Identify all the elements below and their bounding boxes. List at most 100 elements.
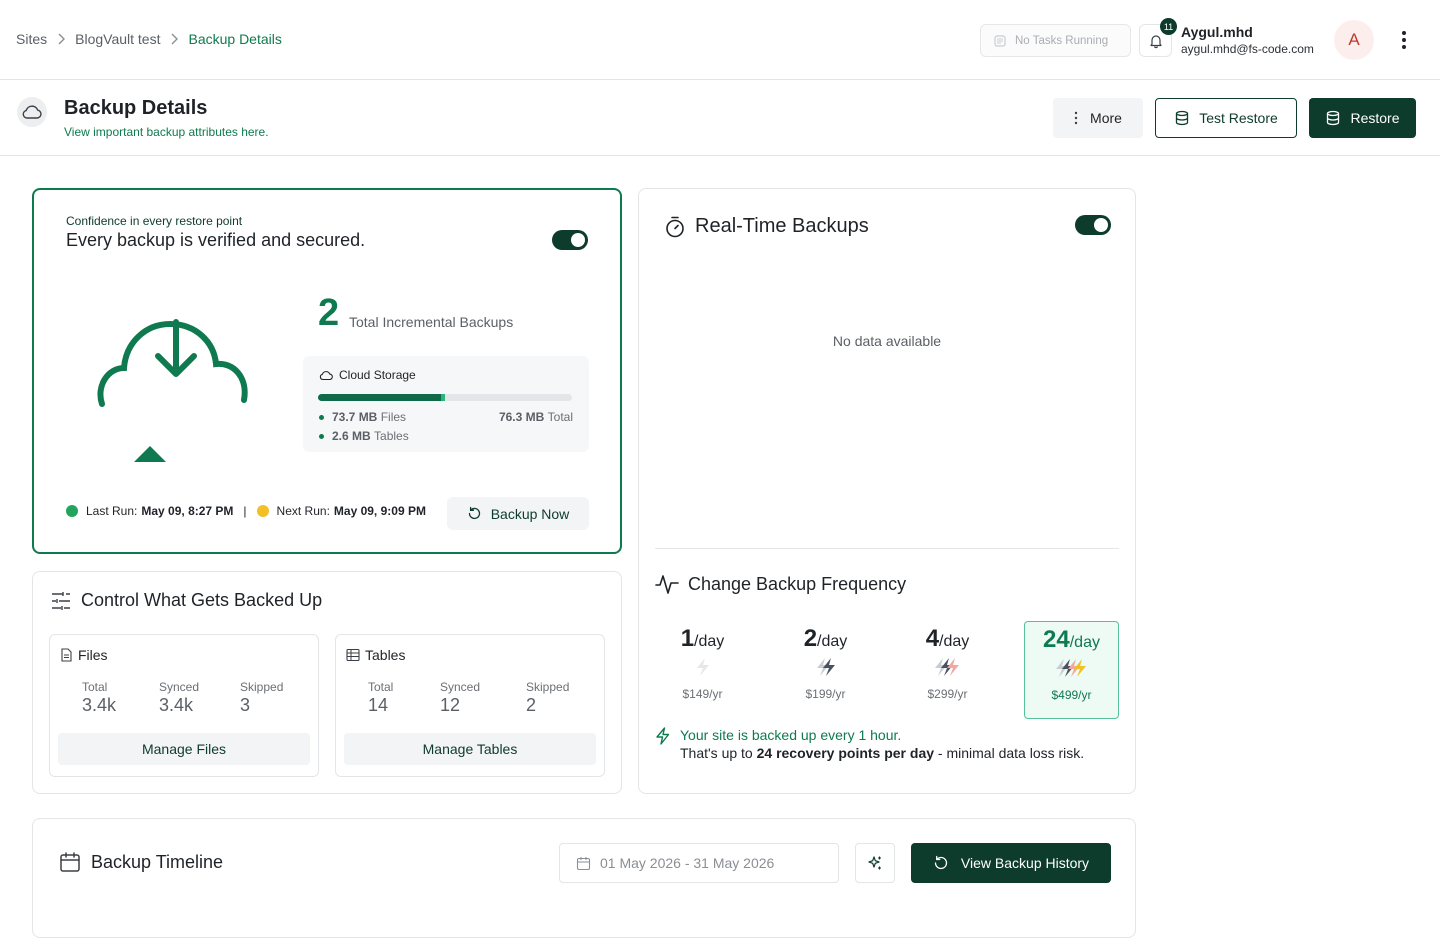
date-range-value: 01 May 2026 - 31 May 2026 bbox=[600, 855, 775, 871]
calendar-icon bbox=[59, 851, 81, 873]
frequency-value: 2/day bbox=[803, 625, 848, 652]
restore-label: Restore bbox=[1350, 110, 1400, 126]
real-time-toggle[interactable] bbox=[1075, 215, 1111, 235]
page-subtitle: View important backup attributes here. bbox=[64, 125, 269, 139]
timeline-title: Backup Timeline bbox=[59, 851, 223, 873]
next-run-label: Next Run: bbox=[276, 504, 330, 518]
total-size: 76.3 MB bbox=[498, 410, 545, 424]
next-run-value: May 09, 9:09 PM bbox=[333, 504, 426, 518]
frequency-value: 1/day bbox=[680, 625, 725, 652]
frequency-title: Change Backup Frequency bbox=[655, 573, 906, 595]
storage-usage-bar bbox=[318, 394, 572, 401]
legend-dot bbox=[319, 433, 324, 439]
frequency-option-1[interactable]: 1/day $149/yr bbox=[655, 621, 750, 719]
storage-files-row: 73.7 MB Files bbox=[319, 410, 406, 424]
legend-dot bbox=[319, 414, 324, 420]
manage-tables-button[interactable]: Manage Tables bbox=[344, 733, 596, 765]
date-range-picker[interactable]: 01 May 2026 - 31 May 2026 bbox=[559, 843, 839, 883]
lightning-icon bbox=[900, 657, 995, 681]
breadcrumb-sites[interactable]: Sites bbox=[16, 31, 47, 47]
tasks-status[interactable]: No Tasks Running bbox=[980, 24, 1131, 57]
activity-icon bbox=[655, 573, 679, 595]
ai-insights-button[interactable] bbox=[855, 843, 895, 883]
test-restore-label: Test Restore bbox=[1199, 110, 1278, 126]
files-synced: Synced 3.4k bbox=[159, 680, 200, 715]
database-icon bbox=[1174, 110, 1190, 126]
frequency-note-headline: Your site is backed up every 1 hour. bbox=[680, 727, 902, 743]
storage-files-fill bbox=[318, 394, 441, 401]
frequency-price: $299/yr bbox=[927, 687, 968, 701]
divider: | bbox=[243, 504, 247, 518]
verification-toggle[interactable] bbox=[552, 230, 588, 250]
breadcrumb-site[interactable]: BlogVault test bbox=[75, 31, 160, 47]
frequency-option-24[interactable]: 24/day $499/yr bbox=[1024, 621, 1119, 719]
user-name: Aygul.mhd bbox=[1181, 24, 1253, 40]
verified-kicker: Confidence in every restore point bbox=[66, 214, 243, 228]
breadcrumb: Sites BlogVault test Backup Details bbox=[16, 31, 282, 47]
control-title: Control What Gets Backed Up bbox=[51, 590, 322, 611]
frequency-value: 24/day bbox=[1043, 626, 1100, 653]
lightning-icon bbox=[778, 657, 873, 681]
backup-timeline-card: Backup Timeline 01 May 2026 - 31 May 202… bbox=[32, 818, 1136, 938]
storage-tables-fill bbox=[440, 394, 445, 401]
storage-tables-row: 2.6 MB Tables bbox=[319, 429, 409, 443]
chevron-right-icon bbox=[57, 33, 66, 45]
sparkle-icon bbox=[867, 855, 883, 871]
backup-now-label: Backup Now bbox=[490, 505, 570, 522]
real-time-backups-card: Real-Time Backups No data available Chan… bbox=[638, 188, 1136, 794]
database-icon bbox=[1325, 110, 1341, 126]
frequency-price: $199/yr bbox=[805, 687, 846, 701]
tables-size-label: Tables bbox=[374, 429, 409, 443]
files-size-label: Files bbox=[380, 410, 407, 424]
sliders-icon bbox=[51, 591, 71, 611]
history-icon bbox=[933, 855, 949, 871]
test-restore-button[interactable]: Test Restore bbox=[1155, 98, 1297, 138]
tables-skipped: Skipped 2 bbox=[526, 680, 570, 715]
restore-button[interactable]: Restore bbox=[1309, 98, 1416, 138]
files-skipped: Skipped 3 bbox=[240, 680, 284, 715]
incremental-label: Total Incremental Backups bbox=[349, 314, 514, 330]
stopwatch-icon bbox=[665, 216, 685, 238]
calendar-icon bbox=[576, 856, 591, 871]
manage-files-button[interactable]: Manage Files bbox=[58, 733, 310, 765]
storage-total: 76.3 MB Total bbox=[499, 410, 573, 424]
lightning-icon bbox=[655, 657, 750, 681]
tables-total: Total 14 bbox=[368, 680, 394, 715]
frequency-value: 4/day bbox=[925, 625, 970, 652]
bell-icon bbox=[1148, 33, 1164, 49]
frequency-option-2[interactable]: 2/day $199/yr bbox=[778, 621, 873, 719]
verified-backups-card: Confidence in every restore point Every … bbox=[32, 188, 622, 554]
page-title: Backup Details bbox=[64, 97, 208, 119]
backup-now-button[interactable]: Backup Now bbox=[447, 497, 589, 530]
tables-size: 2.6 MB bbox=[332, 429, 371, 443]
page-header: Backup Details View important backup att… bbox=[0, 80, 1440, 156]
avatar[interactable]: A bbox=[1334, 20, 1374, 60]
tables-card: Tables Total 14 Synced 12 Skipped 2 Mana… bbox=[335, 634, 605, 777]
table-icon bbox=[346, 648, 360, 662]
notifications-badge: 11 bbox=[1160, 18, 1177, 35]
frequency-option-4[interactable]: 4/day $299/yr bbox=[900, 621, 995, 719]
cloud-storage-title: Cloud Storage bbox=[319, 368, 416, 382]
frequency-note: Your site is backed up every 1 hour. Tha… bbox=[655, 727, 1084, 761]
frequency-price: $149/yr bbox=[682, 687, 723, 701]
tables-title: Tables bbox=[346, 647, 405, 663]
lightning-icon bbox=[655, 727, 671, 761]
refresh-icon bbox=[467, 506, 482, 521]
next-run-dot bbox=[256, 505, 269, 517]
files-title: Files bbox=[60, 647, 108, 663]
files-total: Total 3.4k bbox=[82, 680, 117, 715]
verified-headline: Every backup is verified and secured. bbox=[66, 230, 366, 250]
user-info[interactable]: Aygul.mhd aygul.mhd@fs-code.com bbox=[1181, 24, 1314, 56]
more-label: More bbox=[1090, 110, 1122, 126]
incremental-count: 2 bbox=[318, 292, 340, 334]
files-card: Files Total 3.4k Synced 3.4k Skipped 3 M… bbox=[49, 634, 319, 777]
breadcrumb-current: Backup Details bbox=[188, 31, 282, 47]
view-backup-history-button[interactable]: View Backup History bbox=[911, 843, 1111, 883]
more-options-icon[interactable] bbox=[1394, 28, 1414, 52]
frequency-note-detail: That's up to 24 recovery points per day … bbox=[680, 745, 1085, 761]
chevron-right-icon bbox=[170, 33, 179, 45]
last-run-dot bbox=[66, 505, 78, 517]
last-run-value: May 09, 8:27 PM bbox=[141, 504, 234, 518]
lightning-icon bbox=[1025, 658, 1118, 682]
more-button[interactable]: More bbox=[1053, 98, 1143, 138]
